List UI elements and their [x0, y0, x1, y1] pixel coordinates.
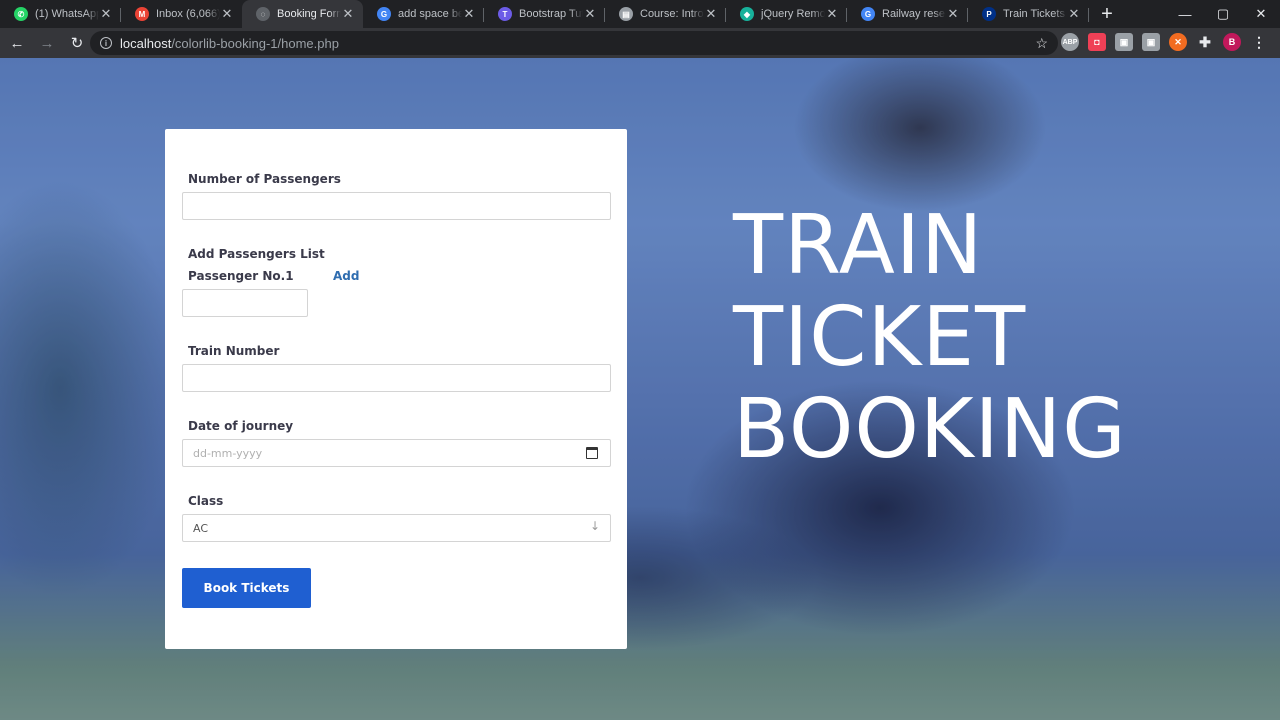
gmail-icon: M	[135, 7, 149, 21]
page-background: Number of Passengers Add Passengers List…	[0, 58, 1280, 720]
close-tab-icon[interactable]: ✕	[220, 6, 234, 22]
browser-tab[interactable]: T Bootstrap Tuto✕	[484, 0, 605, 28]
tab-title: Railway reserva	[882, 8, 946, 20]
close-window-icon[interactable]: ✕	[1242, 0, 1280, 28]
add-passenger-link[interactable]: Add	[333, 269, 359, 283]
class-selected-value: AC	[193, 521, 209, 535]
close-tab-icon[interactable]: ✕	[341, 6, 355, 22]
honey-extension-icon[interactable]: ✕	[1169, 33, 1187, 51]
whatsapp-icon: ✆	[14, 7, 28, 21]
tab-strip: ✆(1) WhatsApp✕MInbox (6,066) -✕◌Booking …	[0, 0, 1280, 28]
close-tab-icon[interactable]: ✕	[1067, 6, 1081, 22]
tab-separator	[1088, 8, 1089, 22]
pocket-extension-icon[interactable]: ◘	[1088, 33, 1106, 51]
url-path: /colorlib-booking-1/home.php	[171, 35, 339, 51]
booking-form: Number of Passengers Add Passengers List…	[165, 129, 627, 649]
extensions-area: ABP ◘ ▣ ▣ ✕ ✚ B ⋮	[1061, 33, 1268, 51]
info-icon[interactable]: i	[100, 37, 112, 49]
class-label: Class	[188, 494, 224, 508]
hero-line-3: BOOKING	[733, 382, 1127, 477]
screenshot-extension-icon[interactable]: ▣	[1115, 33, 1133, 51]
new-tab-button[interactable]: +	[1089, 0, 1125, 28]
tab-title: jQuery Remove	[761, 8, 825, 20]
google-icon: G	[377, 7, 391, 21]
reload-icon[interactable]: ↻	[64, 30, 90, 56]
class-select[interactable]: AC ↓	[182, 514, 611, 542]
profile-avatar[interactable]: B	[1223, 33, 1241, 51]
book-tickets-button[interactable]: Book Tickets	[182, 568, 311, 608]
tab-title: Bootstrap Tuto	[519, 8, 583, 20]
close-tab-icon[interactable]: ✕	[583, 6, 597, 22]
adblock-extension-icon[interactable]: ABP	[1061, 33, 1079, 51]
paypal-icon: P	[982, 7, 996, 21]
bookmark-star-icon[interactable]: ☆	[1035, 35, 1048, 52]
window-controls: — ▢ ✕	[1166, 0, 1280, 28]
passengers-input[interactable]	[182, 192, 611, 220]
date-label: Date of journey	[188, 419, 294, 433]
tab-title: (1) WhatsApp	[35, 8, 99, 20]
calendar-icon[interactable]	[586, 447, 598, 459]
close-tab-icon[interactable]: ✕	[825, 6, 839, 22]
jquery-icon: ◆	[740, 7, 754, 21]
url-host: localhost	[120, 35, 172, 51]
close-tab-icon[interactable]: ✕	[99, 6, 113, 22]
menu-kebab-icon[interactable]: ⋮	[1250, 33, 1268, 51]
hero-line-1: TRAIN	[733, 198, 984, 293]
reader-extension-icon[interactable]: ▣	[1142, 33, 1160, 51]
close-tab-icon[interactable]: ✕	[946, 6, 960, 22]
date-placeholder: dd-mm-yyyy	[193, 446, 263, 460]
close-tab-icon[interactable]: ✕	[704, 6, 718, 22]
address-bar[interactable]: i localhost/colorlib-booking-1/home.php …	[90, 31, 1058, 55]
date-input[interactable]: dd-mm-yyyy	[182, 439, 611, 467]
tab-title: Booking Form	[277, 8, 341, 20]
back-icon[interactable]: ←	[4, 30, 30, 56]
tab-title: Train Tickets Bo	[1003, 8, 1067, 20]
passenger-no-label: Passenger No.1	[188, 269, 294, 283]
close-tab-icon[interactable]: ✕	[462, 6, 476, 22]
course-icon: ▤	[619, 7, 633, 21]
globe-icon: ◌	[256, 7, 270, 21]
forward-icon[interactable]: →	[34, 30, 60, 56]
browser-tab[interactable]: ▤ Course: Introdu✕	[605, 0, 726, 28]
hero-heading: TRAIN TICKET BOOKING	[733, 200, 1127, 476]
browser-tab[interactable]: P Train Tickets Bo✕	[968, 0, 1089, 28]
tab-title: Course: Introdu	[640, 8, 704, 20]
google-icon: G	[861, 7, 875, 21]
train-number-label: Train Number	[188, 344, 280, 358]
arrow-down-icon: ↓	[589, 519, 600, 533]
browser-toolbar: ← → ↻ i localhost/colorlib-booking-1/hom…	[0, 28, 1280, 58]
tab-title: Inbox (6,066) -	[156, 8, 220, 20]
maximize-icon[interactable]: ▢	[1204, 0, 1242, 28]
puzzle-icon[interactable]: ✚	[1196, 33, 1214, 51]
browser-tab[interactable]: ◌ Booking Form ✕	[242, 0, 363, 28]
hero-line-2: TICKET	[733, 290, 1027, 385]
browser-tab[interactable]: ✆ (1) WhatsApp ✕	[0, 0, 121, 28]
passengers-label: Number of Passengers	[188, 172, 341, 186]
train-number-input[interactable]	[182, 364, 611, 392]
browser-tab[interactable]: ◆ jQuery Remove✕	[726, 0, 847, 28]
passenger-input[interactable]	[182, 289, 308, 317]
browser-tab[interactable]: Gadd space befo✕	[363, 0, 484, 28]
w3-icon: T	[498, 7, 512, 21]
add-list-label: Add Passengers List	[188, 247, 325, 261]
tab-title: add space befo	[398, 8, 462, 20]
browser-tab[interactable]: G Railway reserva✕	[847, 0, 968, 28]
minimize-icon[interactable]: —	[1166, 0, 1204, 28]
browser-tab[interactable]: M Inbox (6,066) -✕	[121, 0, 242, 28]
